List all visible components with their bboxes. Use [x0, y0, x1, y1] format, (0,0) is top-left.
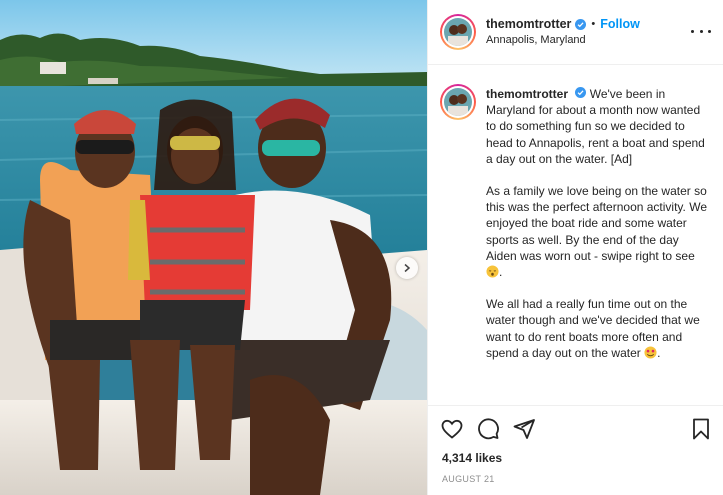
family-boat-photo: [0, 0, 427, 495]
caption-paragraph-2: As a family we love being on the water s…: [486, 184, 707, 263]
post-date[interactable]: AUGUST 21: [442, 474, 495, 484]
carousel-next-button[interactable]: [396, 257, 418, 279]
post-actions: 4,314 likes AUGUST 21: [428, 405, 723, 495]
heart-icon[interactable]: [440, 417, 464, 441]
caption-paragraph: As a family we love being on the water s…: [486, 183, 708, 280]
separator-dot: •: [591, 18, 596, 30]
caption-period: .: [499, 265, 503, 280]
smiling-face-with-hearts-emoji: [644, 346, 657, 359]
like-count[interactable]: 4,314 likes: [442, 451, 502, 465]
caption-area: themomtrotter We've been in Maryland for…: [428, 66, 723, 404]
caption-paragraph: We all had a really fun time out on the …: [486, 296, 708, 361]
verified-badge-icon: [575, 18, 587, 30]
avatar-image: [444, 88, 472, 116]
bookmark-icon[interactable]: [690, 417, 712, 441]
paper-plane-icon[interactable]: [512, 417, 536, 441]
follow-button[interactable]: Follow: [600, 17, 640, 31]
header-username[interactable]: themomtrotter: [486, 17, 571, 31]
more-options-icon[interactable]: [691, 26, 711, 36]
header-avatar[interactable]: [440, 14, 476, 50]
post-header: themomtrotter • Follow Annapolis, Maryla…: [428, 0, 723, 65]
caption-paragraph: themomtrotter We've been in Maryland for…: [486, 86, 708, 167]
post-side-panel: themomtrotter • Follow Annapolis, Maryla…: [427, 0, 723, 495]
caption-username[interactable]: themomtrotter: [486, 87, 568, 101]
caption-paragraph-3: We all had a really fun time out on the …: [486, 297, 700, 360]
post-location[interactable]: Annapolis, Maryland: [486, 34, 640, 46]
verified-badge-icon: [575, 87, 587, 98]
avatar-image: [444, 18, 472, 46]
sleeping-face-emoji: [486, 265, 499, 278]
caption-avatar[interactable]: [440, 84, 476, 120]
caption-text: themomtrotter We've been in Maryland for…: [486, 86, 708, 377]
caption-period: .: [657, 345, 661, 360]
comment-icon[interactable]: [476, 417, 500, 441]
post-photo[interactable]: [0, 0, 427, 495]
chevron-right-icon: [404, 263, 411, 273]
